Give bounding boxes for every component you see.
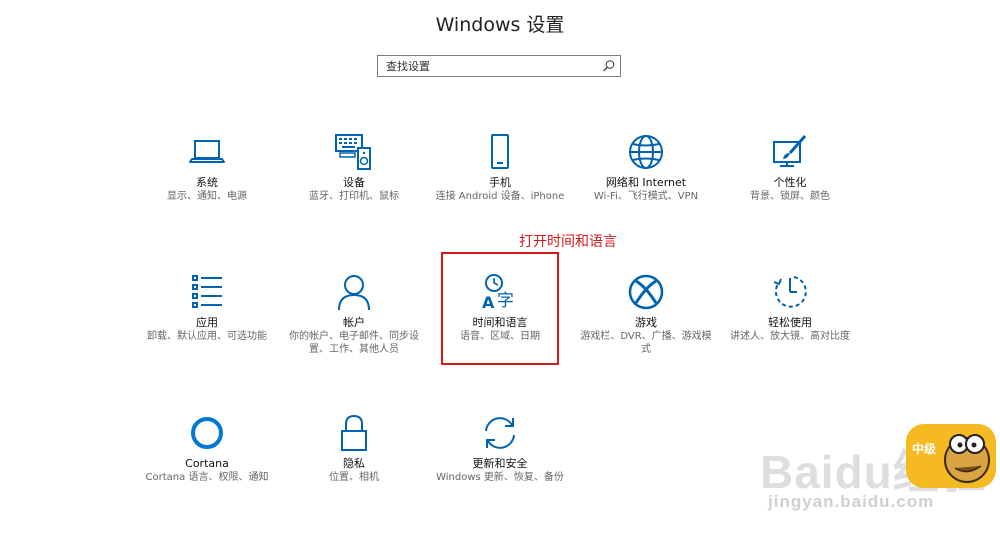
tile-name: 网络和 Internet: [605, 176, 687, 189]
tile-ease-of-access[interactable]: 轻松使用 讲述人、放大镜、高对比度: [719, 272, 861, 343]
tile-update-security[interactable]: 更新和安全 Windows 更新、恢复、备份: [429, 413, 571, 484]
tile-name: 设备: [343, 176, 365, 189]
tile-desc: 显示、通知、电源: [167, 191, 247, 202]
highlight-box: [441, 252, 559, 365]
tile-name: 应用: [196, 316, 218, 329]
window-title: Windows 设置: [435, 14, 565, 36]
tile-desc: 蓝牙、打印机、鼠标: [309, 191, 399, 202]
tile-apps[interactable]: 应用 卸载、默认应用、可选功能: [136, 272, 278, 343]
tile-desc: Wi-Fi、飞行模式、VPN: [593, 191, 699, 202]
xbox-icon: [628, 274, 664, 310]
app-list-icon: [192, 275, 222, 308]
tile-desc: 游戏栏、DVR、广播、游戏模式: [580, 331, 712, 355]
tile-accounts[interactable]: 帐户 你的帐户、电子邮件、同步设置、工作、其他人员: [283, 272, 425, 356]
tile-network[interactable]: 网络和 Internet Wi-Fi、飞行模式、VPN: [575, 132, 717, 203]
search-box[interactable]: [377, 55, 621, 77]
tile-name: Cortana: [185, 457, 229, 470]
tile-name: 系统: [196, 176, 218, 189]
tile-gaming[interactable]: 游戏 游戏栏、DVR、广播、游戏模式: [575, 272, 717, 356]
globe-icon: [629, 135, 663, 169]
tile-system[interactable]: 系统 显示、通知、电源: [136, 132, 278, 203]
ease-of-access-icon: [773, 276, 807, 308]
badge-text: 中级: [912, 441, 936, 456]
tile-desc: 卸载、默认应用、可选功能: [147, 331, 267, 342]
tile-desc: 你的帐户、电子邮件、同步设置、工作、其他人员: [289, 331, 419, 355]
tile-name: 轻松使用: [768, 316, 812, 329]
watermark-url: jingyan.baidu.com: [768, 492, 935, 511]
tile-personalization[interactable]: 个性化 背景、锁屏、颜色: [719, 132, 861, 203]
tile-privacy[interactable]: 隐私 位置、相机: [283, 413, 425, 484]
search-icon[interactable]: [602, 59, 616, 73]
tile-desc: 背景、锁屏、颜色: [750, 191, 830, 202]
paint-monitor-icon: [773, 135, 807, 167]
person-icon: [338, 275, 370, 311]
keyboard-speaker-icon: [335, 134, 371, 170]
tile-desc: 连接 Android 设备、iPhone: [435, 191, 565, 202]
tile-name: 游戏: [635, 316, 657, 329]
tile-name: 个性化: [773, 176, 807, 189]
tile-desc: 讲述人、放大镜、高对比度: [730, 331, 850, 342]
tile-desc: Cortana 语言、权限、通知: [145, 472, 269, 483]
lock-icon: [341, 414, 367, 451]
tile-cortana[interactable]: Cortana Cortana 语言、权限、通知: [136, 413, 278, 484]
tile-name: 更新和安全: [472, 457, 528, 470]
tile-desc: 位置、相机: [329, 472, 379, 483]
tile-phone[interactable]: 手机 连接 Android 设备、iPhone: [429, 132, 571, 203]
sync-icon: [485, 417, 515, 449]
tile-desc: Windows 更新、恢复、备份: [436, 472, 564, 483]
tile-name: 帐户: [343, 316, 365, 329]
laptop-icon: [189, 140, 225, 163]
annotation-text: 打开时间和语言: [519, 234, 617, 250]
search-input[interactable]: [378, 56, 596, 76]
tile-name: 手机: [489, 176, 511, 189]
phone-icon: [491, 134, 509, 169]
cortana-icon: [191, 417, 223, 449]
mascot-badge-icon: 中级: [906, 424, 996, 488]
tile-devices[interactable]: 设备 蓝牙、打印机、鼠标: [283, 132, 425, 203]
tile-name: 隐私: [343, 457, 365, 470]
